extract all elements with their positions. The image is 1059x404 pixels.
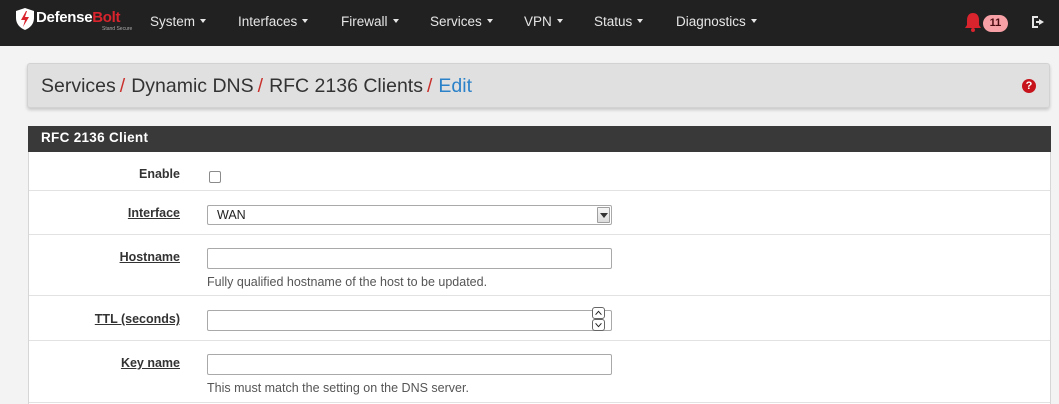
hostname-label[interactable]: Hostname	[29, 250, 180, 264]
chevron-down-icon[interactable]	[597, 207, 610, 223]
key-name-input[interactable]	[207, 354, 612, 375]
nav-interfaces[interactable]: Interfaces	[238, 14, 309, 29]
nav-vpn[interactable]: VPN	[524, 14, 563, 29]
ttl-stepper[interactable]	[592, 307, 606, 332]
breadcrumb-services[interactable]: Services	[41, 75, 116, 97]
nav-system[interactable]: System	[150, 14, 207, 29]
breadcrumb-separator: /	[119, 75, 126, 97]
caret-down-icon	[556, 19, 563, 24]
breadcrumb-separator: /	[257, 75, 264, 97]
brand-tagline: Stand Secure	[102, 26, 133, 32]
form-row-hostname: Hostname Fully qualified hostname of the…	[29, 235, 1050, 296]
ttl-label[interactable]: TTL (seconds)	[29, 312, 180, 326]
form-row-ttl: TTL (seconds)	[29, 296, 1050, 341]
caret-down-icon	[392, 19, 399, 24]
nav-firewall[interactable]: Firewall	[341, 14, 399, 29]
enable-checkbox[interactable]	[209, 171, 221, 183]
caret-down-icon	[486, 19, 493, 24]
brand-name: DefenseBolt	[36, 9, 121, 26]
caret-down-icon	[302, 19, 309, 24]
caret-down-icon	[750, 19, 757, 24]
top-navbar: DefenseBolt Stand Secure System Interfac…	[0, 0, 1059, 46]
key-name-label[interactable]: Key name	[29, 356, 180, 370]
hostname-help-text: Fully qualified hostname of the host to …	[207, 275, 488, 289]
breadcrumb-dynamic-dns[interactable]: Dynamic DNS	[131, 75, 253, 97]
interface-select-value: WAN	[217, 208, 246, 222]
nav-diagnostics[interactable]: Diagnostics	[676, 14, 757, 29]
caret-down-icon	[200, 19, 207, 24]
notification-badge[interactable]: 11	[983, 15, 1008, 32]
hostname-input[interactable]	[207, 248, 612, 269]
enable-label: Enable	[139, 167, 180, 181]
chevron-down-icon[interactable]	[592, 319, 605, 331]
form-row-interface: Interface WAN	[29, 191, 1050, 235]
rfc2136-client-panel: RFC 2136 Client Enable Interface WAN Hos…	[28, 126, 1051, 404]
nav-status[interactable]: Status	[594, 14, 644, 29]
question-circle-icon[interactable]: ?	[1022, 79, 1036, 93]
chevron-up-icon[interactable]	[592, 307, 605, 319]
nav-services[interactable]: Services	[430, 14, 493, 29]
breadcrumb: Services / Dynamic DNS / RFC 2136 Clients / Ed…	[27, 63, 1050, 108]
brand-logo[interactable]: DefenseBolt Stand Secure	[16, 6, 136, 38]
shield-logo-icon	[16, 8, 34, 30]
bell-icon[interactable]	[964, 12, 982, 32]
breadcrumb-separator: /	[426, 75, 433, 97]
breadcrumb-edit[interactable]: Edit	[438, 75, 472, 97]
caret-down-icon	[637, 19, 644, 24]
breadcrumb-rfc2136-clients[interactable]: RFC 2136 Clients	[269, 75, 423, 97]
panel-heading: RFC 2136 Client	[28, 126, 1051, 152]
panel-title: RFC 2136 Client	[41, 130, 149, 145]
key-name-help-text: This must match the setting on the DNS s…	[207, 381, 469, 395]
form-row-enable: Enable	[29, 152, 1050, 191]
sign-out-icon[interactable]	[1031, 14, 1047, 30]
form-row-key-name: Key name This must match the setting on …	[29, 341, 1050, 403]
interface-select[interactable]: WAN	[207, 205, 612, 225]
ttl-input[interactable]	[207, 310, 612, 331]
page-title: Services / Dynamic DNS / RFC 2136 Clients / Ed…	[41, 75, 472, 98]
interface-label[interactable]: Interface	[29, 206, 180, 220]
